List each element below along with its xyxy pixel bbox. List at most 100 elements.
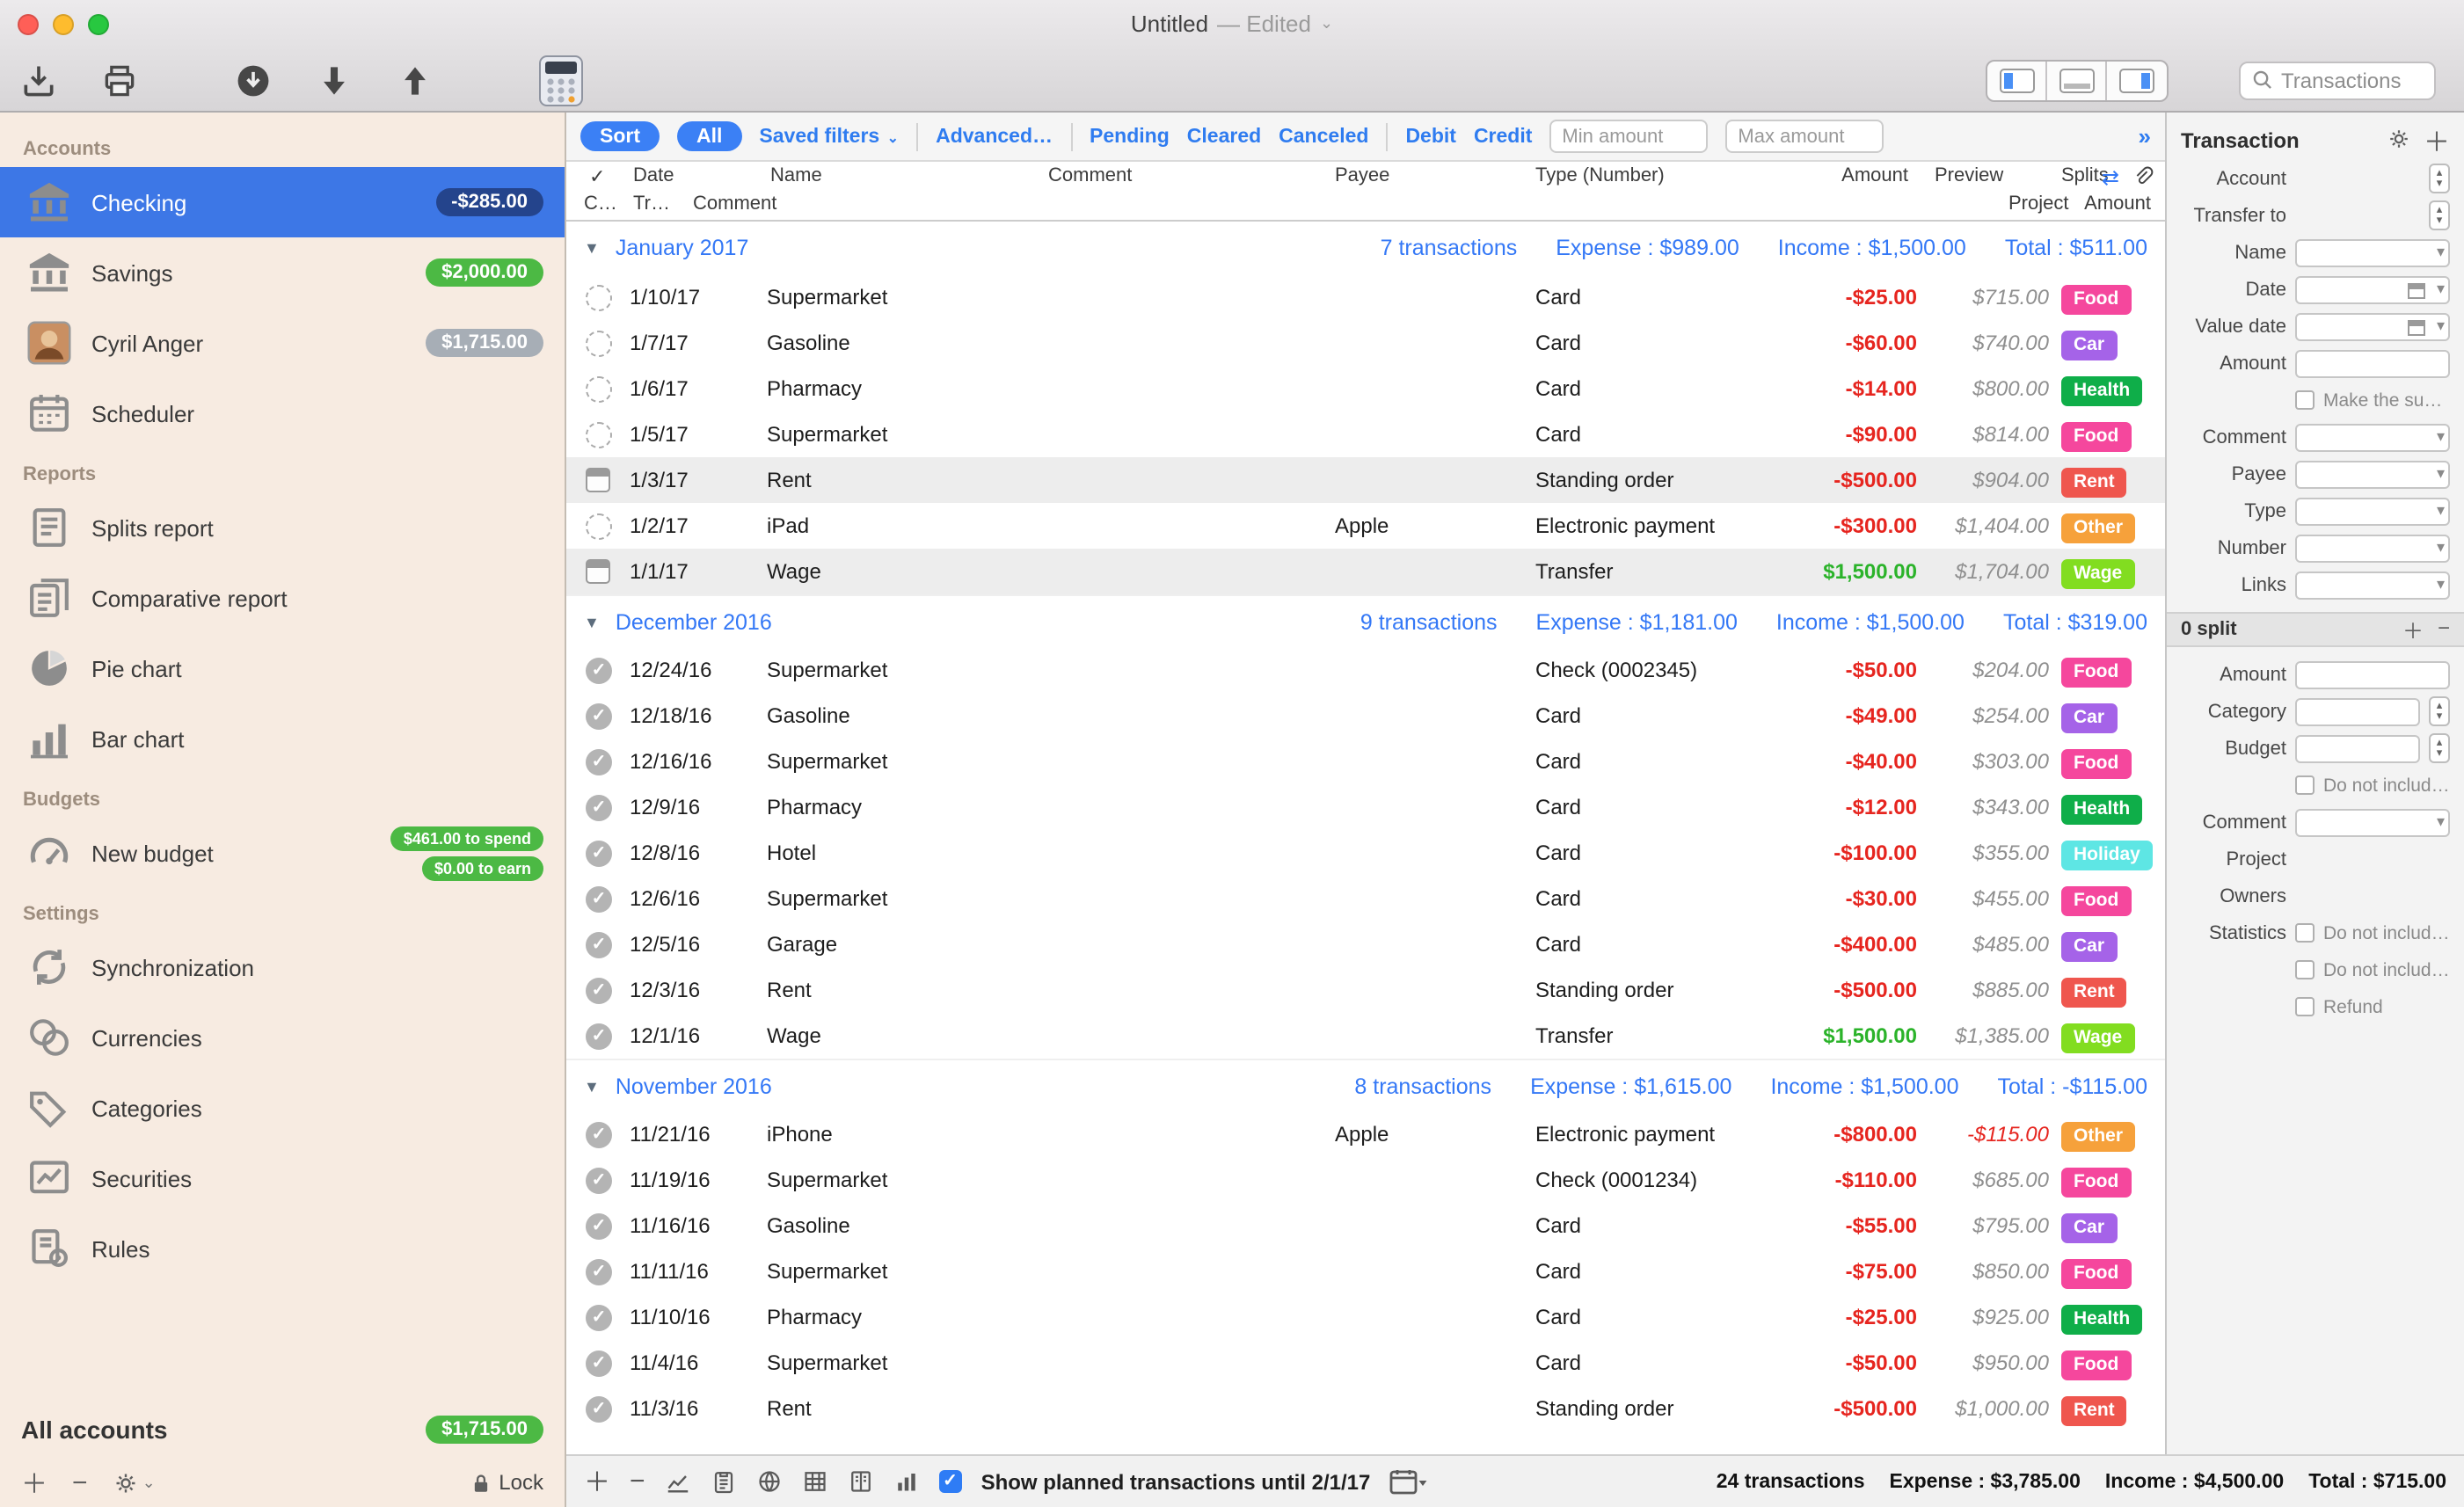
transaction-row[interactable]: ✓12/16/16SupermarketCard-$40.00$303.00Fo… <box>566 739 2165 784</box>
planned-date-picker[interactable] <box>1389 1467 1428 1496</box>
clipboard-icon[interactable] <box>711 1468 737 1495</box>
filter-advanced-button[interactable]: Advanced… <box>936 126 1053 147</box>
sidebar-item-currencies[interactable]: Currencies <box>0 1002 565 1073</box>
minimize-button[interactable] <box>53 14 74 35</box>
sidebar-item-comparative-report[interactable]: Comparative report <box>0 563 565 633</box>
sidebar-actions-button[interactable]: ⌄ <box>113 1469 156 1496</box>
status-cleared-icon[interactable]: ✓ <box>586 932 612 958</box>
add-split-button[interactable]: ＋ <box>2402 615 2424 644</box>
disclosure-triangle-icon[interactable]: ▼ <box>584 613 600 630</box>
sidebar-item-categories[interactable]: Categories <box>0 1073 565 1143</box>
globe-icon[interactable] <box>756 1468 783 1495</box>
make-the-sum-of-checkbox[interactable] <box>2295 390 2315 410</box>
transaction-row[interactable]: 1/5/17SupermarketCard-$90.00$814.00Food <box>566 411 2165 457</box>
transaction-row[interactable]: ✓12/24/16SupermarketCheck (0002345)-$50.… <box>566 647 2165 693</box>
sidebar-item-splits-report[interactable]: Splits report <box>0 492 565 563</box>
print-button[interactable] <box>98 59 141 101</box>
add-transaction-button[interactable]: ＋ <box>584 1463 610 1500</box>
status-cleared-icon[interactable]: ✓ <box>586 1023 612 1050</box>
status-cleared-icon[interactable]: ✓ <box>586 1122 612 1148</box>
remove-transaction-button[interactable]: − <box>630 1467 645 1496</box>
status-pending-icon[interactable] <box>586 422 612 448</box>
column-subheader-tr[interactable]: Tr… <box>633 193 670 215</box>
amount-field[interactable] <box>2295 349 2450 377</box>
column-header-date[interactable]: Date <box>633 165 674 186</box>
import-button[interactable] <box>232 59 274 101</box>
sidebar-item-securities[interactable]: Securities <box>0 1143 565 1213</box>
column-subheader-c[interactable]: C… <box>584 193 617 215</box>
toggle-sidebar-button[interactable] <box>1987 61 2047 99</box>
chart-view-icon[interactable] <box>665 1468 691 1495</box>
sidebar-item-cyril-anger[interactable]: Cyril Anger$1,715.00 <box>0 308 565 378</box>
transaction-row[interactable]: ✓12/5/16GarageCard-$400.00$485.00Car <box>566 921 2165 967</box>
transaction-row[interactable]: 1/1/17WageTransfer$1,500.00$1,704.00Wage <box>566 549 2165 594</box>
column-subheader-amount[interactable]: Amount <box>2084 193 2151 215</box>
status-pending-icon[interactable] <box>586 376 612 403</box>
status-cleared-icon[interactable]: ✓ <box>586 1259 612 1285</box>
transaction-row[interactable]: 1/2/17iPadAppleElectronic payment-$300.0… <box>566 503 2165 549</box>
table-view-icon[interactable] <box>802 1468 828 1495</box>
lock-button[interactable]: Lock <box>469 1470 543 1495</box>
date-field[interactable]: ▾ <box>2295 275 2450 303</box>
month-header-january-2017[interactable]: ▼January 20177 transactionsExpense : $98… <box>566 222 2165 274</box>
status-planned-icon[interactable] <box>586 559 610 584</box>
status-cleared-icon[interactable]: ✓ <box>586 1350 612 1377</box>
move-up-button[interactable] <box>394 59 436 101</box>
column-header-type-number[interactable]: Type (Number) <box>1535 165 1665 186</box>
attachment-column-icon[interactable] <box>2132 165 2154 193</box>
remove-split-button[interactable]: − <box>2438 615 2450 644</box>
filter-all-button[interactable]: All <box>677 121 741 151</box>
column-subheader-project[interactable]: Project <box>2008 193 2069 215</box>
do-not-include-in-checkbox[interactable] <box>2295 775 2315 795</box>
sidebar-item-pie-chart[interactable]: Pie chart <box>0 633 565 703</box>
transaction-row[interactable]: ✓11/16/16GasolineCard-$55.00$795.00Car <box>566 1203 2165 1249</box>
ledger-view-icon[interactable] <box>848 1468 874 1495</box>
do-not-include-in-checkbox[interactable] <box>2295 923 2315 943</box>
disclosure-triangle-icon[interactable]: ▼ <box>584 1077 600 1095</box>
transaction-row[interactable]: ✓12/1/16WageTransfer$1,500.00$1,385.00Wa… <box>566 1013 2165 1059</box>
status-pending-icon[interactable] <box>586 513 612 540</box>
sidebar-item-rules[interactable]: Rules <box>0 1213 565 1284</box>
toggle-inspector-button[interactable] <box>2107 61 2167 99</box>
category-field[interactable] <box>2295 697 2420 725</box>
links-field[interactable]: ▾ <box>2295 571 2450 599</box>
transaction-row[interactable]: ✓11/4/16SupermarketCard-$50.00$950.00Foo… <box>566 1340 2165 1386</box>
transaction-row[interactable]: ✓11/21/16iPhoneAppleElectronic payment-$… <box>566 1111 2165 1157</box>
month-header-november-2016[interactable]: ▼November 20168 transactionsExpense : $1… <box>566 1059 2165 1111</box>
stepper-control[interactable]: ▴▾ <box>2429 696 2450 726</box>
transaction-row[interactable]: ✓12/6/16SupermarketCard-$30.00$455.00Foo… <box>566 876 2165 921</box>
close-button[interactable] <box>18 14 39 35</box>
month-header-december-2016[interactable]: ▼December 20169 transactionsExpense : $1… <box>566 594 2165 647</box>
move-down-button[interactable] <box>313 59 355 101</box>
filter-debit-button[interactable]: Debit <box>1405 126 1456 147</box>
saved-filters-dropdown[interactable]: Saved filters ⌄ <box>759 126 899 147</box>
transfer-column-icon[interactable]: ⇄ <box>2102 165 2119 190</box>
transaction-row[interactable]: ✓11/3/16RentStanding order-$500.00$1,000… <box>566 1386 2165 1431</box>
value-date-field[interactable]: ▾ <box>2295 312 2450 340</box>
sidebar-item-new-budget[interactable]: New budget$461.00 to spend$0.00 to earn <box>0 818 565 888</box>
amount-field[interactable] <box>2295 660 2450 688</box>
status-pending-icon[interactable] <box>586 285 612 311</box>
column-header-preview[interactable]: Preview <box>1935 165 2003 186</box>
remove-account-button[interactable]: − <box>72 1467 88 1497</box>
transaction-row[interactable]: 1/3/17RentStanding order-$500.00$904.00R… <box>566 457 2165 503</box>
status-cleared-icon[interactable]: ✓ <box>586 703 612 730</box>
status-cleared-icon[interactable]: ✓ <box>586 1305 612 1331</box>
status-cleared-icon[interactable]: ✓ <box>586 1396 612 1423</box>
status-cleared-icon[interactable]: ✓ <box>586 749 612 775</box>
column-header-comment[interactable]: Comment <box>1048 165 1132 186</box>
status-cleared-icon[interactable]: ✓ <box>586 1168 612 1194</box>
name-field[interactable]: ▾ <box>2295 238 2450 266</box>
filter-cleared-button[interactable]: Cleared <box>1187 126 1261 147</box>
fullscreen-button[interactable] <box>88 14 109 35</box>
filter-credit-button[interactable]: Credit <box>1474 126 1532 147</box>
type-field[interactable]: ▾ <box>2295 497 2450 525</box>
filter-pending-button[interactable]: Pending <box>1090 126 1170 147</box>
column-header-payee[interactable]: Payee <box>1335 165 1389 186</box>
export-button[interactable] <box>18 59 60 101</box>
sidebar-item-bar-chart[interactable]: Bar chart <box>0 703 565 774</box>
status-cleared-icon[interactable]: ✓ <box>586 841 612 867</box>
add-account-button[interactable]: ＋ <box>21 1464 47 1501</box>
inspector-settings-button[interactable] <box>2387 126 2411 156</box>
sort-button[interactable]: Sort <box>580 121 660 151</box>
